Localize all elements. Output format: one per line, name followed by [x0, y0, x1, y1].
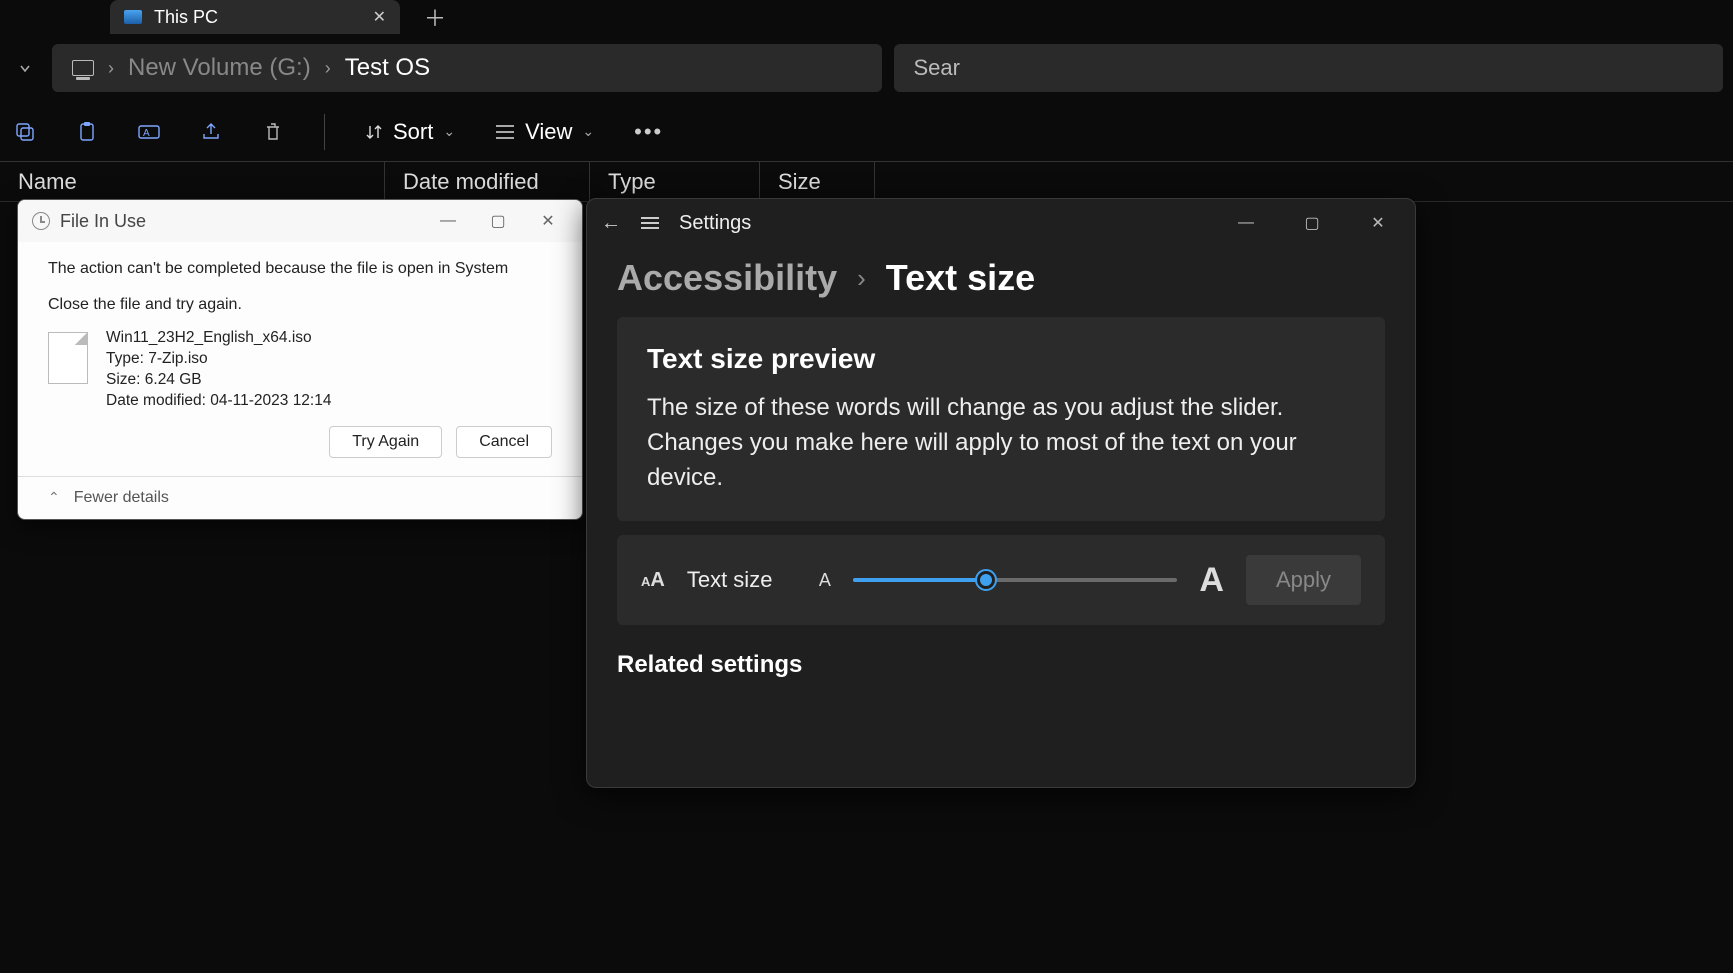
try-again-button[interactable]: Try Again	[329, 426, 442, 458]
dialog-body: The action can't be completed because th…	[18, 242, 582, 476]
settings-window: ← Settings — ▢ ✕ Accessibility › Text si…	[586, 198, 1416, 788]
more-options-icon[interactable]: •••	[634, 119, 663, 145]
slider-label: Text size	[687, 567, 797, 593]
file-type: Type: 7-Zip.iso	[106, 349, 331, 370]
cancel-button[interactable]: Cancel	[456, 426, 552, 458]
search-input[interactable]: Sear	[894, 44, 1724, 92]
file-in-use-dialog: File In Use — ▢ ✕ The action can't be co…	[17, 199, 583, 520]
svg-text:A: A	[143, 128, 150, 139]
preview-title: Text size preview	[647, 343, 1355, 375]
close-button[interactable]: ✕	[528, 206, 568, 236]
search-placeholder: Sear	[914, 55, 960, 81]
dialog-message-main: The action can't be completed because th…	[48, 260, 552, 278]
chevron-right-icon: ›	[325, 58, 331, 79]
breadcrumb-parent[interactable]: Accessibility	[617, 257, 837, 299]
file-icon	[48, 332, 88, 384]
explorer-tab[interactable]: This PC ✕	[110, 0, 400, 34]
column-header-name[interactable]: Name	[0, 162, 385, 201]
settings-title-bar[interactable]: ← Settings — ▢ ✕	[587, 199, 1415, 247]
rename-icon[interactable]: A	[138, 121, 160, 143]
small-a-icon: A	[819, 570, 831, 591]
pc-icon	[72, 60, 94, 76]
dialog-file-info: Win11_23H2_English_x64.iso Type: 7-Zip.i…	[106, 328, 331, 412]
address-bar[interactable]: › New Volume (G:) › Test OS	[52, 44, 882, 92]
settings-body: Accessibility › Text size Text size prev…	[587, 247, 1415, 699]
view-button[interactable]: View ⌄	[495, 119, 594, 145]
delete-icon[interactable]	[262, 121, 284, 143]
this-pc-icon	[124, 10, 142, 24]
dialog-file-row: Win11_23H2_English_x64.iso Type: 7-Zip.i…	[48, 328, 552, 412]
dialog-title: File In Use	[60, 211, 418, 232]
column-header-row: Name Date modified Type Size	[0, 162, 1733, 202]
view-label: View	[525, 119, 572, 145]
file-name: Win11_23H2_English_x64.iso	[106, 328, 331, 349]
settings-breadcrumb: Accessibility › Text size	[617, 257, 1385, 299]
minimize-button[interactable]: —	[428, 206, 468, 236]
minimize-button[interactable]: —	[1223, 207, 1269, 239]
explorer-toolbar: A Sort ⌄ View ⌄ •••	[0, 102, 1733, 162]
dialog-title-bar[interactable]: File In Use — ▢ ✕	[18, 200, 582, 242]
slider-thumb[interactable]	[977, 571, 995, 589]
new-tab-button[interactable]: ＋	[424, 1, 446, 33]
sort-label: Sort	[393, 119, 433, 145]
breadcrumb-current: Text size	[886, 257, 1035, 299]
clock-icon	[32, 212, 50, 230]
breadcrumb-seg-volume[interactable]: New Volume (G:)	[128, 54, 311, 82]
close-button[interactable]: ✕	[1355, 207, 1401, 239]
address-row: › New Volume (G:) › Test OS Sear	[0, 34, 1733, 102]
chevron-up-icon: ⌃	[48, 489, 60, 506]
large-a-icon: A	[1199, 561, 1224, 600]
fewer-details-label: Fewer details	[74, 489, 169, 507]
maximize-button[interactable]: ▢	[1289, 207, 1335, 239]
breadcrumb-seg-folder[interactable]: Test OS	[345, 54, 430, 82]
chevron-down-icon: ⌄	[582, 123, 594, 140]
preview-text: The size of these words will change as y…	[647, 391, 1355, 495]
text-size-icon: AA	[641, 569, 665, 592]
sort-icon	[365, 123, 383, 141]
share-icon[interactable]	[200, 121, 222, 143]
dialog-footer[interactable]: ⌃ Fewer details	[18, 476, 582, 519]
sort-button[interactable]: Sort ⌄	[365, 119, 455, 145]
chevron-down-icon: ⌄	[443, 123, 455, 140]
text-size-slider-card: AA Text size A A Apply	[617, 535, 1385, 625]
tab-close-icon[interactable]: ✕	[373, 7, 386, 27]
copy-icon[interactable]	[76, 121, 98, 143]
text-size-slider[interactable]	[853, 578, 1178, 582]
maximize-button[interactable]: ▢	[478, 206, 518, 236]
dialog-button-row: Try Again Cancel	[48, 426, 552, 462]
chevron-right-icon: ›	[857, 263, 866, 294]
settings-app-name: Settings	[679, 212, 1203, 235]
file-date: Date modified: 04-11-2023 12:14	[106, 391, 331, 412]
file-size: Size: 6.24 GB	[106, 370, 331, 391]
related-settings-heading: Related settings	[617, 651, 1385, 679]
back-icon[interactable]: ←	[601, 212, 621, 235]
view-icon	[495, 124, 515, 140]
column-header-type[interactable]: Type	[590, 162, 760, 201]
chevron-right-icon: ›	[108, 58, 114, 79]
dialog-message-sub: Close the file and try again.	[48, 296, 552, 314]
apply-button[interactable]: Apply	[1246, 555, 1361, 605]
text-size-preview-card: Text size preview The size of these word…	[617, 317, 1385, 521]
tab-title: This PC	[154, 7, 361, 28]
nav-back-chevron-icon[interactable]	[10, 53, 40, 83]
explorer-tab-bar: This PC ✕ ＋	[0, 0, 1733, 34]
cut-icon[interactable]	[14, 121, 36, 143]
column-header-size[interactable]: Size	[760, 162, 875, 201]
toolbar-separator	[324, 114, 325, 150]
hamburger-icon[interactable]	[641, 217, 659, 229]
slider-fill	[853, 578, 986, 582]
column-header-date[interactable]: Date modified	[385, 162, 590, 201]
